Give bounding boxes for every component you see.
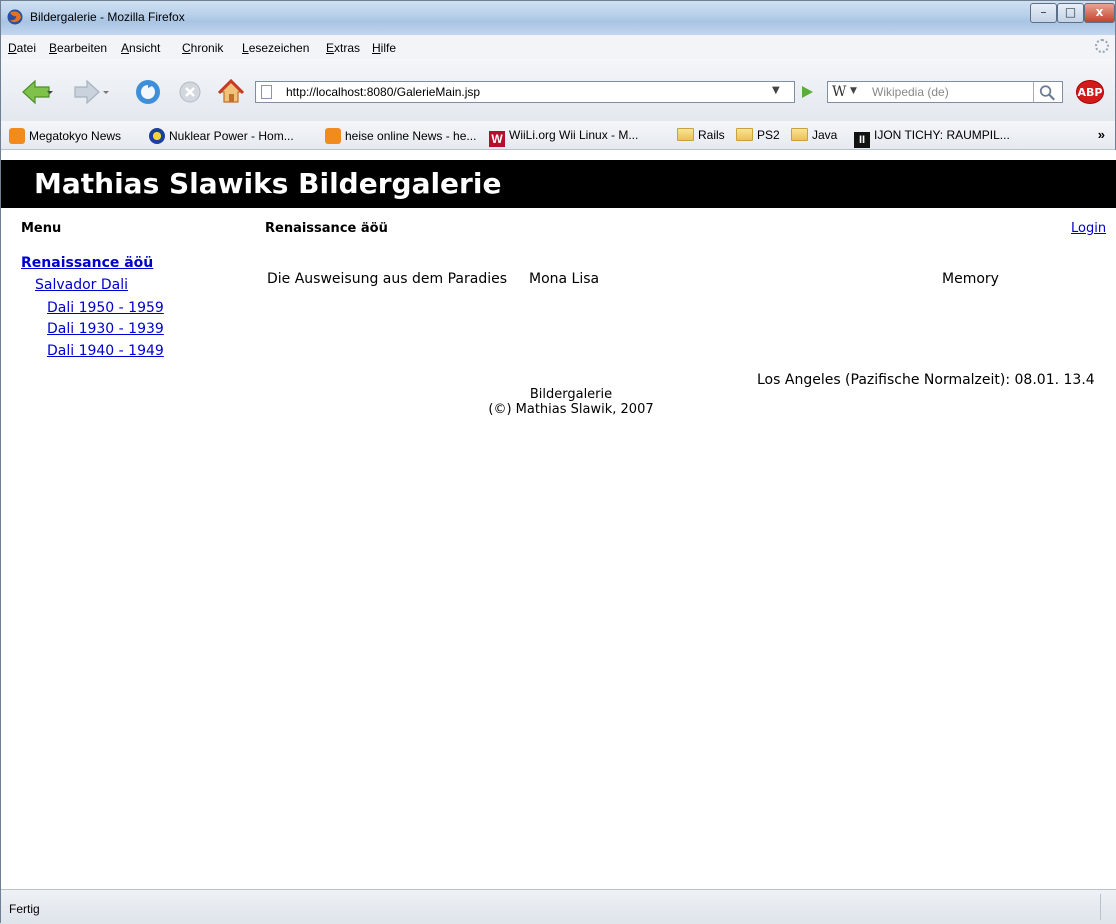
menu-label: atei <box>16 41 37 55</box>
history-dropdown-icon[interactable]: ▼ <box>772 85 780 96</box>
bookmark-item[interactable]: II IJON TICHY: RAUMPIL... <box>854 128 1010 148</box>
wikipedia-icon[interactable]: W <box>832 84 846 100</box>
bookmark-folder-ps2[interactable]: PS2 <box>736 128 780 142</box>
menu-accelerator: L <box>242 41 249 55</box>
go-icon[interactable] <box>798 83 816 101</box>
minimize-button[interactable]: – <box>1030 3 1057 23</box>
adblock-icon[interactable]: ABP <box>1076 80 1104 104</box>
resize-grip[interactable] <box>1100 894 1113 920</box>
section-heading: Renaissance äöü <box>265 221 388 236</box>
menu-label: nsicht <box>129 41 161 55</box>
bookmarks-overflow-button[interactable]: » <box>1098 127 1105 142</box>
footer-copyright: (©) Mathias Slawik, 2007 <box>488 402 654 417</box>
folder-icon <box>736 128 753 141</box>
page-footer: Bildergalerie (©) Mathias Slawik, 2007 <box>471 387 671 417</box>
bookmark-label: Rails <box>698 128 725 142</box>
gallery-item-ausweisung[interactable]: Die Ausweisung aus dem Paradies <box>267 271 507 287</box>
status-bar: Fertig <box>1 889 1116 924</box>
stop-icon[interactable] <box>178 80 202 104</box>
bookmark-label: Java <box>812 128 838 142</box>
folder-icon <box>791 128 808 141</box>
rss-icon <box>9 128 25 144</box>
menu-bearbeiten[interactable]: Bearbeiten <box>49 41 107 55</box>
menu-bar: Datei Bearbeiten Ansicht Chronik Lesezei… <box>1 35 1115 60</box>
menu-accelerator: A <box>121 41 130 55</box>
engine-dropdown-icon[interactable]: ▼ <box>850 86 857 96</box>
menu-accelerator: B <box>49 41 58 55</box>
title-bar: Bildergalerie - Mozilla Firefox – □ x <box>1 1 1115 36</box>
bookmark-item[interactable]: Nuklear Power - Hom... <box>149 128 294 144</box>
page-viewport: Mathias Slawiks Bildergalerie Menu Renai… <box>1 150 1116 889</box>
home-icon[interactable] <box>218 79 244 105</box>
search-input[interactable]: Wikipedia (de) <box>872 85 949 99</box>
reload-icon[interactable] <box>134 78 162 106</box>
nav-link-renaissance[interactable]: Renaissance äöü <box>21 255 153 271</box>
nav-link-dali-1950[interactable]: Dali 1950 - 1959 <box>47 300 164 316</box>
page-icon <box>261 85 272 99</box>
nav-link-salvador-dali[interactable]: Salvador Dali <box>35 277 128 293</box>
gallery-item-mona-lisa[interactable]: Mona Lisa <box>529 271 599 287</box>
menu-label: esezeichen <box>248 41 310 55</box>
status-text: Fertig <box>9 902 40 916</box>
bookmark-label: IJON TICHY: RAUMPIL... <box>874 128 1010 142</box>
maximize-button[interactable]: □ <box>1057 3 1084 23</box>
bookmarks-toolbar: Megatokyo News Nuklear Power - Hom... he… <box>1 121 1115 150</box>
nuklear-power-icon <box>149 128 165 144</box>
wiili-icon: W <box>489 131 505 147</box>
menu-accelerator: E <box>326 41 335 55</box>
bookmark-label: PS2 <box>757 128 780 142</box>
menu-label: xtras <box>334 41 361 55</box>
browser-window: Bildergalerie - Mozilla Firefox – □ x Da… <box>0 0 1116 924</box>
bookmark-item[interactable]: Megatokyo News <box>9 128 121 144</box>
menu-accelerator: D <box>8 41 17 55</box>
throbber-icon <box>1095 39 1109 53</box>
menu-extras[interactable]: Extras <box>326 41 360 55</box>
bookmark-label: WiiLi.org Wii Linux - M... <box>509 128 639 142</box>
nav-link-dali-1940[interactable]: Dali 1940 - 1949 <box>47 343 164 359</box>
gallery-item-memory[interactable]: Memory <box>942 271 999 287</box>
search-icon[interactable] <box>1033 82 1061 102</box>
nav-link-dali-1930[interactable]: Dali 1930 - 1939 <box>47 321 164 337</box>
bookmark-label: Nuklear Power - Hom... <box>169 129 294 143</box>
menu-ansicht[interactable]: Ansicht <box>121 41 160 55</box>
menu-label: hronik <box>190 41 224 55</box>
folder-icon <box>677 128 694 141</box>
firefox-icon <box>7 9 23 25</box>
menu-label: ilfe <box>380 41 397 55</box>
menu-accelerator: C <box>182 41 191 55</box>
bookmark-folder-rails[interactable]: Rails <box>677 128 725 142</box>
address-bar[interactable]: http://localhost:8080/GalerieMain.jsp ▼ <box>255 81 795 103</box>
bookmark-label: heise online News - he... <box>345 129 477 143</box>
back-arrow-icon[interactable] <box>21 79 55 105</box>
menu-heading: Menu <box>21 221 62 236</box>
site-title: Mathias Slawiks Bildergalerie <box>34 167 502 200</box>
menu-lesezeichen[interactable]: Lesezeichen <box>242 41 309 55</box>
rss-icon <box>325 128 341 144</box>
menu-accelerator: H <box>372 41 381 55</box>
menu-chronik[interactable]: Chronik <box>182 41 223 55</box>
login-link[interactable]: Login <box>1071 221 1106 236</box>
timezone-clock: Los Angeles (Pazifische Normalzeit): 08.… <box>757 372 1095 388</box>
menu-datei[interactable]: Datei <box>8 41 36 55</box>
close-button[interactable]: x <box>1084 3 1115 23</box>
bookmark-label: Megatokyo News <box>29 129 122 143</box>
search-bar[interactable]: W ▼ Wikipedia (de) <box>827 81 1063 103</box>
bookmark-item[interactable]: W WiiLi.org Wii Linux - M... <box>489 128 638 147</box>
footer-title: Bildergalerie <box>529 387 613 402</box>
ijon-tichy-icon: II <box>854 132 870 148</box>
window-title: Bildergalerie - Mozilla Firefox <box>30 10 185 24</box>
bookmark-folder-java[interactable]: Java <box>791 128 837 142</box>
bookmark-item[interactable]: heise online News - he... <box>325 128 476 144</box>
site-banner: Mathias Slawiks Bildergalerie <box>1 160 1116 208</box>
menu-label: earbeiten <box>57 41 108 55</box>
menu-hilfe[interactable]: Hilfe <box>372 41 396 55</box>
url-text[interactable]: http://localhost:8080/GalerieMain.jsp <box>286 85 480 99</box>
forward-arrow-icon[interactable] <box>73 79 113 105</box>
